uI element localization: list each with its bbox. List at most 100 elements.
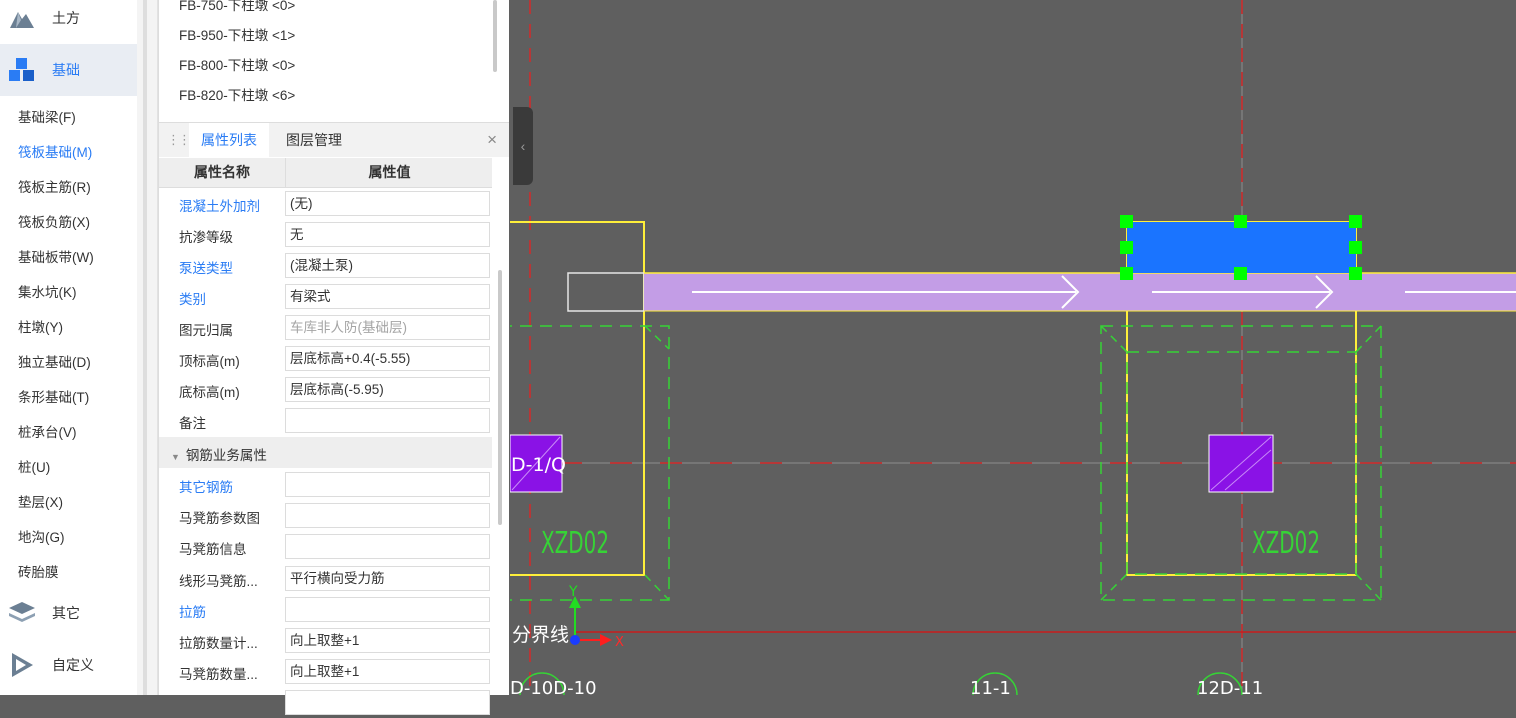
nav-item-raft-main-rebar[interactable]: 筏板主筋(R) <box>18 176 91 196</box>
property-name: 混凝土外加剂 <box>179 199 260 214</box>
property-value-field[interactable]: (无) <box>285 191 490 216</box>
earthwork-icon <box>4 3 40 33</box>
category-label: 基础 <box>52 62 80 78</box>
property-row: 马凳筋数量... 向上取整+1 <box>159 656 492 687</box>
property-value-field[interactable] <box>285 503 490 528</box>
property-row: 类别 有梁式 <box>159 281 492 312</box>
property-value-field[interactable]: 车库非人防(基础层) <box>285 315 490 340</box>
property-row: 拉筋数量计... 向上取整+1 <box>159 625 492 656</box>
property-row: 马凳筋信息 <box>159 531 492 562</box>
component-list-item[interactable]: FB-950-下柱墩 <1> <box>179 24 295 44</box>
property-name: 拉筋 <box>179 605 206 620</box>
ucs-axis-icon <box>569 596 612 646</box>
panel-collapse-handle[interactable]: ‹ <box>513 107 533 185</box>
category-other[interactable]: 其它 <box>0 588 137 638</box>
property-name: 顶标高(m) <box>179 354 240 369</box>
property-value-field[interactable] <box>285 534 490 559</box>
panel-tab-bar: ⋮⋮ 属性列表 图层管理 × <box>159 122 509 157</box>
component-list-item[interactable]: FB-820-下柱墩 <6> <box>179 84 295 104</box>
property-name: 马凳筋数量... <box>179 667 258 682</box>
header-property-value: 属性值 <box>285 158 493 187</box>
xzd-corner-mark <box>1355 325 1382 353</box>
category-nav: 土方 基础 基础梁(F) 筏板基础(M) 筏板主筋(R) 筏板负筋(X) 基础板… <box>0 0 137 695</box>
nav-item-raft-negative-rebar[interactable]: 筏板负筋(X) <box>18 211 90 231</box>
property-value-field[interactable]: 有梁式 <box>285 284 490 309</box>
property-name: 图元归属 <box>179 323 233 338</box>
xzd-corner-mark <box>1100 325 1128 353</box>
component-list-item[interactable]: FB-750-下柱墩 <0> <box>179 0 295 14</box>
layers-stack-icon <box>4 598 40 628</box>
property-value-field[interactable] <box>285 472 490 497</box>
property-row: 马凳筋参数图 <box>159 500 492 531</box>
property-row: 图元归属 车库非人防(基础层) <box>159 312 492 343</box>
boundary-label: 分界线 <box>512 624 569 646</box>
nav-item-pile[interactable]: 桩(U) <box>18 456 50 476</box>
property-value-field[interactable]: 层底标高+0.4(-5.55) <box>285 346 490 371</box>
xzd-corner-mark <box>1100 573 1128 601</box>
axis-y-label: Y <box>568 584 578 600</box>
property-name: 抗渗等级 <box>179 230 233 245</box>
nav-item-raft-foundation[interactable]: 筏板基础(M) <box>18 141 92 161</box>
selected-pier[interactable] <box>1127 222 1356 273</box>
property-value-field[interactable]: 层底标高(-5.95) <box>285 377 490 402</box>
property-name: 线形马凳筋... <box>179 574 258 589</box>
nav-scroll-gutter[interactable] <box>137 0 158 695</box>
property-name: 其它钢筋 <box>179 480 233 495</box>
property-value-field[interactable]: 向上取整+1 <box>285 628 490 653</box>
close-icon[interactable]: × <box>487 130 497 150</box>
property-value-field[interactable]: 无 <box>285 222 490 247</box>
nav-item-foundation-beam[interactable]: 基础梁(F) <box>18 106 76 126</box>
xzd-corner-mark <box>644 574 670 601</box>
property-value-field[interactable] <box>285 597 490 622</box>
nav-item-foundation-strip[interactable]: 基础板带(W) <box>18 246 94 266</box>
nav-item-isolated-footing[interactable]: 独立基础(D) <box>18 351 91 371</box>
nav-scrollbar[interactable] <box>143 0 147 695</box>
category-foundation[interactable]: 基础 <box>0 44 137 96</box>
foundation-cubes-icon <box>4 55 40 85</box>
category-custom[interactable]: 自定义 <box>0 640 137 690</box>
xzd-label-right: XZD02 <box>1252 526 1320 561</box>
property-row: 泵送类型 (混凝土泵) <box>159 250 492 281</box>
nav-item-trench[interactable]: 地沟(G) <box>18 526 65 546</box>
nav-item-cushion[interactable]: 垫层(X) <box>18 491 63 511</box>
chevron-left-icon: ‹ <box>520 138 526 154</box>
property-value-field[interactable]: (混凝土泵) <box>285 253 490 278</box>
component-list-scrollbar[interactable] <box>493 0 497 72</box>
category-earthwork[interactable]: 土方 <box>0 0 137 42</box>
property-name: 拉筋数量计... <box>179 636 258 651</box>
xzd-corner-mark <box>644 325 670 350</box>
custom-arrow-icon <box>4 650 40 680</box>
property-value-field[interactable]: 平行横向受力筋 <box>285 566 490 591</box>
collapse-triangle-icon: ▼ <box>171 452 180 462</box>
nav-item-pile-cap[interactable]: 桩承台(V) <box>18 421 77 441</box>
property-row: 备注 <box>159 405 492 436</box>
axis-bubble-label: D-10D-10 <box>510 678 597 695</box>
category-label: 土方 <box>52 10 80 26</box>
property-group-header[interactable]: ▼ 钢筋业务属性 <box>159 437 492 468</box>
drag-handle-icon[interactable]: ⋮⋮ <box>167 132 191 148</box>
drawing-canvas[interactable]: D-1/Q XZD02 XZD02 分界线 Y X D-10D-10 11-1 … <box>510 0 1516 695</box>
component-list-item[interactable]: FB-800-下柱墩 <0> <box>179 54 295 74</box>
property-value-field[interactable]: 向上取整+1 <box>285 659 490 684</box>
nav-item-strip-footing[interactable]: 条形基础(T) <box>18 386 89 406</box>
tab-layer-management[interactable]: 图层管理 <box>274 123 354 157</box>
nav-item-column-pier[interactable]: 柱墩(Y) <box>18 316 63 336</box>
pile-block-right[interactable] <box>1208 434 1274 493</box>
nav-item-sump-pit[interactable]: 集水坑(K) <box>18 281 77 301</box>
property-list-scrollbar[interactable] <box>498 270 502 525</box>
property-value-field[interactable] <box>285 408 490 433</box>
property-name: 马凳筋信息 <box>179 542 247 557</box>
tab-property-list[interactable]: 属性列表 <box>189 123 269 157</box>
property-group-label: 钢筋业务属性 <box>185 448 267 463</box>
nav-item-brick-mold[interactable]: 砖胎膜 <box>18 561 59 581</box>
property-name: 类别 <box>179 292 206 307</box>
xzd-corner-mark <box>1355 573 1382 601</box>
property-name: 备注 <box>179 416 206 431</box>
property-row: 抗渗等级 无 <box>159 219 492 250</box>
column-tag-label: D-1/Q <box>511 454 566 476</box>
property-name: 底标高(m) <box>179 385 240 400</box>
axis-bubbles <box>519 672 1243 695</box>
property-value-field[interactable] <box>285 690 490 715</box>
property-row: 顶标高(m) 层底标高+0.4(-5.55) <box>159 343 492 374</box>
beam-end-segment[interactable] <box>567 272 645 312</box>
